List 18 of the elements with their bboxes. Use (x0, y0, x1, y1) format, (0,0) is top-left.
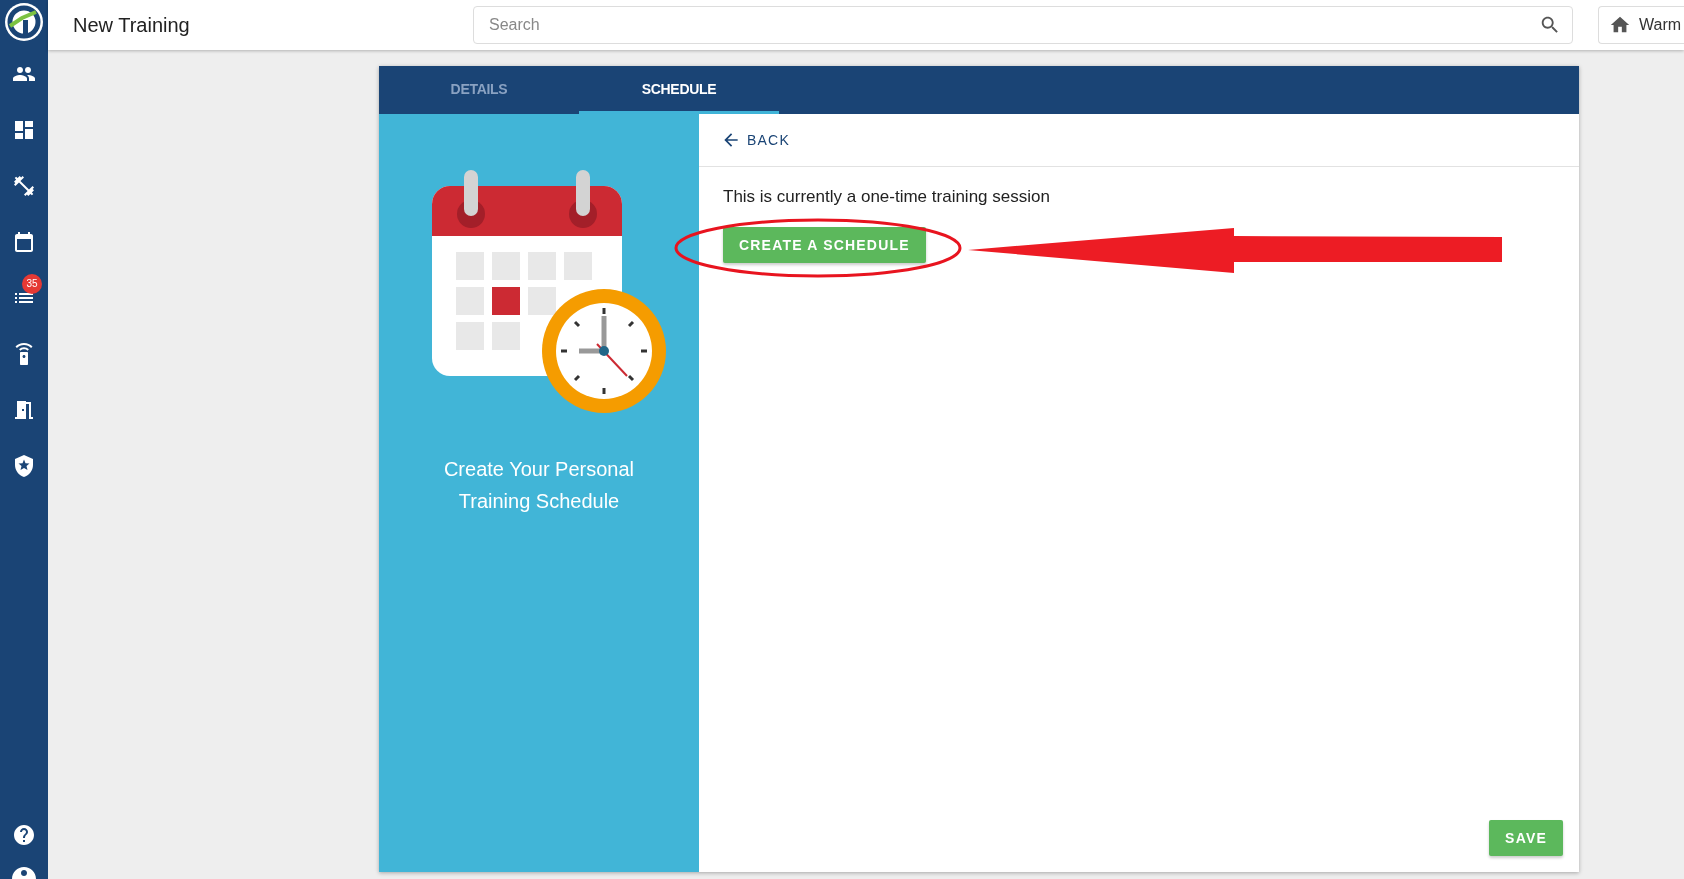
search-field[interactable]: Search (473, 6, 1573, 44)
door-icon[interactable] (12, 398, 36, 422)
help-icon[interactable] (12, 823, 36, 847)
dashboard-icon[interactable] (12, 118, 36, 142)
session-message: This is currently a one-time training session (723, 187, 1050, 207)
tab[interactable]: DETAILS (379, 66, 579, 114)
shield-icon[interactable] (12, 454, 36, 478)
back-button[interactable]: BACK (721, 130, 790, 150)
logo-icon[interactable] (4, 2, 44, 42)
notification-badge: 35 (22, 274, 42, 294)
dumbbell-icon[interactable] (12, 174, 36, 198)
search-icon[interactable] (1539, 14, 1561, 36)
page-title: New Training (73, 13, 191, 37)
illustration-caption: Create Your Personal Training Schedule (442, 457, 636, 514)
account-icon[interactable] (12, 867, 36, 879)
location-button[interactable]: Warm (1598, 6, 1684, 44)
calendar-icon[interactable] (12, 230, 36, 254)
location-label: Warm (1639, 16, 1682, 34)
